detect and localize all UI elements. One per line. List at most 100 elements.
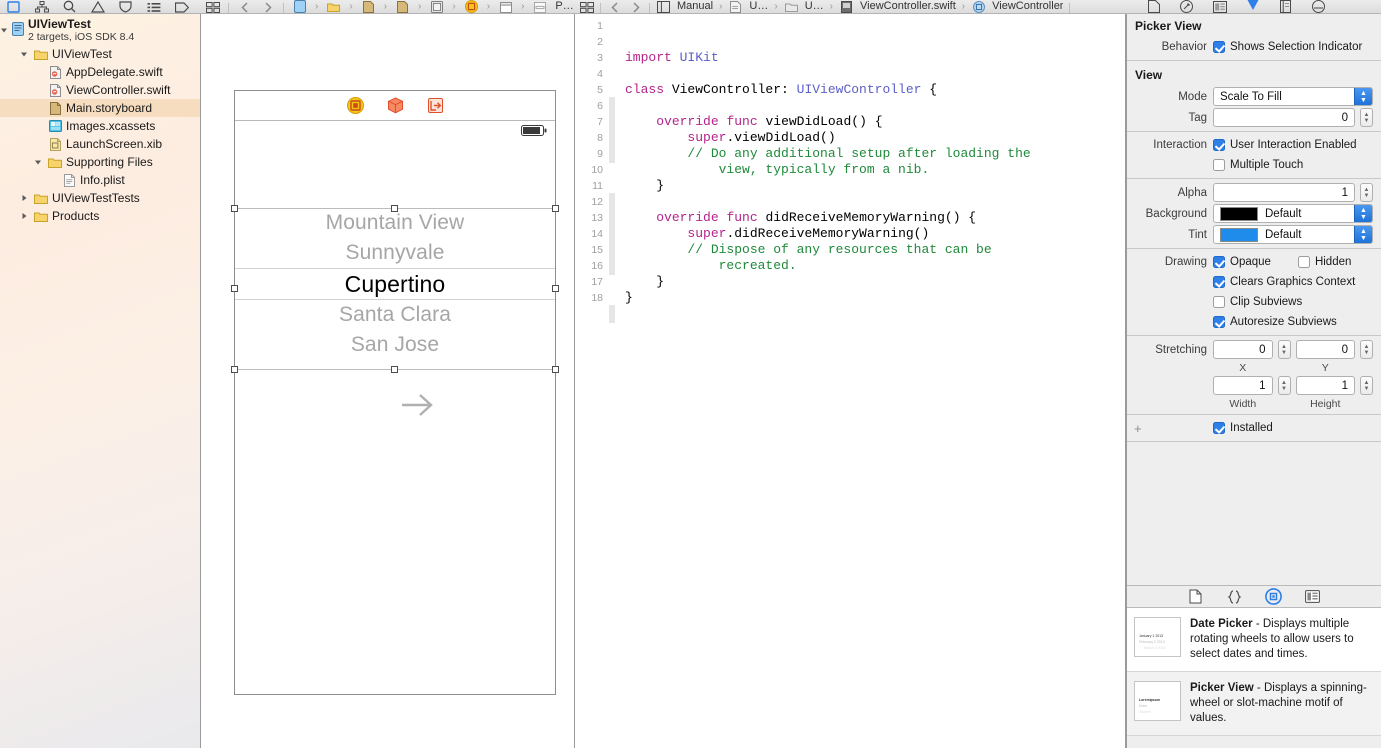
background-color-swatch[interactable] [1220,206,1258,221]
library-item[interactable]: Loremipsum Dolor Sitamet Picker View - Disp… [1127,672,1381,736]
object-library-list[interactable]: January 1 2013 February 2 2014 March 3 201… [1127,608,1381,736]
first-responder-icon[interactable] [386,97,404,115]
stretch-x-input[interactable]: 0 [1213,340,1273,359]
add-variation-button[interactable]: + [1134,421,1142,436]
chevron-updown-icon[interactable]: ▲ ▼ [1354,88,1372,105]
code-line[interactable] [625,34,1125,50]
navigator-item-supporting-files[interactable]: Supporting Files [0,153,200,171]
code-line[interactable]: override func viewDidLoad() { [625,114,1125,130]
chevron-updown-icon[interactable]: ▲ ▼ [1354,205,1372,222]
navigator-item-info-plist[interactable]: Info.plist [0,171,200,189]
stretch-height-input[interactable]: 1 [1295,376,1355,395]
line-number-gutter: 1 2 3 4 5 6 7 8 9 10 11 12 13 14 15 16 17 18 [575,15,609,748]
library-item[interactable]: January 1 2013 February 2 2014 March 3 201… [1127,608,1381,672]
code-line[interactable]: // Dispose of any resources that can be [625,242,1125,258]
navigator-file-list[interactable]: UIViewTest AppDelegate.swift ViewControlle… [0,45,200,225]
navigator-item-products[interactable]: Products [0,207,200,225]
opaque-checkbox[interactable] [1213,256,1225,268]
disclosure-triangle-down-icon[interactable] [0,23,8,37]
code-line[interactable]: } [625,290,1125,306]
navigator-item-uiviewtesttests[interactable]: UIViewTestTests [0,189,200,207]
picker-view[interactable]: Mountain View Sunnyvale Cupertino Santa Cla… [235,208,555,370]
code-line[interactable]: view, typically from a nib. [625,162,1125,178]
line-number: 16 [591,260,603,272]
code-line[interactable] [625,98,1125,114]
clears-graphics-context-checkbox[interactable] [1213,276,1225,288]
code-line[interactable]: override func didReceiveMemoryWarning() … [625,210,1125,226]
chevron-updown-icon[interactable]: ▲ ▼ [1354,226,1372,243]
installed-checkbox[interactable] [1213,422,1225,434]
mode-select[interactable]: Scale To Fill ▲ ▼ [1213,87,1373,106]
media-library-icon[interactable] [1304,588,1321,605]
alpha-stepper[interactable]: ▲ ▼ [1360,183,1373,202]
code-line[interactable] [625,66,1125,82]
exit-icon[interactable] [426,97,444,115]
stretch-width-stepper[interactable]: ▲ ▼ [1277,376,1291,395]
stretch-y-input[interactable]: 0 [1295,340,1355,359]
line-number: 8 [597,132,603,144]
navigator-item-main-storyboard[interactable]: Main.storyboard [0,99,200,117]
disclosure-triangle-right-icon[interactable] [18,210,30,222]
line-number: 4 [597,68,603,80]
view-controller-scene[interactable]: Mountain View Sunnyvale Cupertino Santa Cla… [231,90,559,695]
code-line[interactable]: recreated. [625,258,1125,274]
code-snippet-library-icon[interactable] [1226,588,1243,605]
stretch-height-stepper[interactable]: ▲ ▼ [1360,376,1373,395]
navigator-item-label: Info.plist [80,173,125,187]
view-controller-icon[interactable] [346,97,364,115]
mode-label: Mode [1178,90,1207,103]
picker-row-selected[interactable]: Cupertino [235,268,555,300]
line-number: 5 [597,84,603,96]
file-template-library-icon[interactable] [1187,588,1204,605]
tag-stepper[interactable]: ▲ ▼ [1360,108,1373,127]
navigator-item-appdelegate-swift[interactable]: AppDelegate.swift [0,63,200,81]
code-line[interactable]: } [625,274,1125,290]
user-interaction-enabled-checkbox[interactable] [1213,139,1225,151]
tint-color-swatch[interactable] [1220,227,1258,242]
scene-dock[interactable] [235,91,555,121]
project-root-row[interactable]: UIViewTest 2 targets, iOS SDK 8.4 [0,15,200,45]
behavior-label: Behavior [1161,41,1207,53]
tag-input[interactable]: 0 [1213,108,1355,127]
picker-row[interactable]: San Jose [235,330,555,360]
hidden-checkbox[interactable] [1297,256,1310,268]
line-number: 3 [597,52,603,64]
picker-row[interactable]: Mountain View [235,208,555,238]
code-focus-ribbon[interactable] [609,15,615,748]
picker-row[interactable]: Santa Clara [235,300,555,330]
autoresize-subviews-checkbox[interactable] [1213,316,1225,328]
disclosure-triangle-right-icon[interactable] [18,192,30,204]
stretch-x-stepper[interactable]: ▲ ▼ [1277,340,1291,359]
clip-subviews-checkbox[interactable] [1213,296,1225,308]
project-navigator[interactable]: UIViewTest 2 targets, iOS SDK 8.4 UIView… [0,0,201,748]
navigator-item-uiviewtest[interactable]: UIViewTest [0,45,200,63]
code-text[interactable]: import UIKit class ViewController: UIVie… [615,15,1125,748]
code-line[interactable]: // Do any additional setup after loading… [625,146,1125,162]
code-line[interactable]: } [625,178,1125,194]
code-line[interactable] [625,194,1125,210]
tint-color-select[interactable]: Default ▲ ▼ [1213,225,1373,244]
object-library-icon[interactable] [1265,588,1282,605]
disclosure-triangle-down-icon[interactable] [32,156,44,168]
code-line[interactable] [625,18,1125,34]
code-line[interactable]: super.didReceiveMemoryWarning() [625,226,1125,242]
stretch-width-input[interactable]: 1 [1213,376,1273,395]
alpha-input[interactable]: 1 [1213,183,1355,202]
code-line[interactable]: class ViewController: UIViewController { [625,82,1125,98]
multiple-touch-checkbox[interactable] [1213,159,1225,171]
source-editor[interactable]: 1 2 3 4 5 6 7 8 9 10 11 12 13 14 15 16 17 18 import UIKit… [575,0,1126,748]
storyboard-canvas[interactable]: Mountain View Sunnyvale Cupertino Santa Cla… [201,0,575,748]
code-line[interactable]: import UIKit [625,50,1125,66]
picker-row[interactable]: Sunnyvale [235,238,555,268]
shows-selection-indicator-checkbox[interactable] [1213,41,1225,53]
navigator-item-launchscreen-xib[interactable]: LaunchScreen.xib [0,135,200,153]
clip-subviews-row: Clip Subviews [1127,292,1381,312]
stretch-y-stepper[interactable]: ▲ ▼ [1360,340,1373,359]
code-line[interactable]: super.viewDidLoad() [625,130,1125,146]
navigator-item-images-xcassets[interactable]: Images.xcassets [0,117,200,135]
library-tab-bar[interactable] [1127,585,1381,608]
disclosure-triangle-down-icon[interactable] [18,48,30,60]
background-color-select[interactable]: Default ▲ ▼ [1213,204,1373,223]
attributes-inspector[interactable]: Picker View Behavior Shows Selection Ind… [1126,0,1381,748]
navigator-item-viewcontroller-swift[interactable]: ViewController.swift [0,81,200,99]
